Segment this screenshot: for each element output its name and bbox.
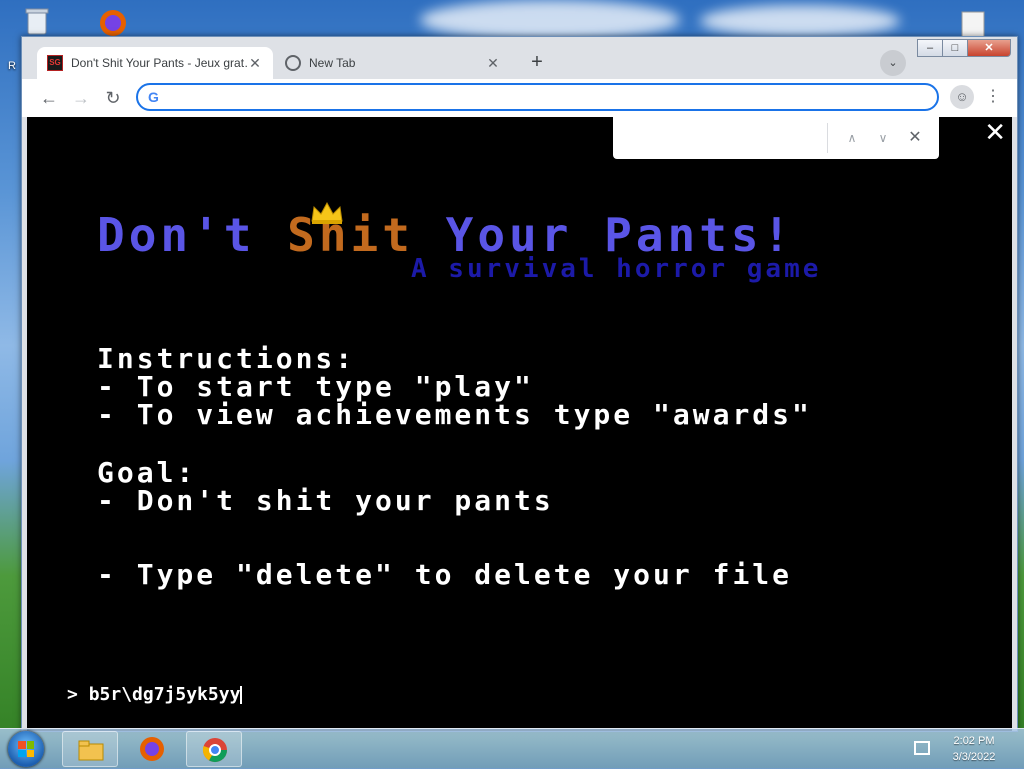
- windows-logo-icon: [18, 741, 34, 757]
- game-subtitle: A survival horror game: [411, 254, 822, 284]
- chrome-icon: [202, 738, 227, 763]
- address-input[interactable]: [168, 87, 912, 109]
- prompt-symbol: >: [67, 684, 78, 705]
- tab-title: New Tab: [309, 56, 356, 70]
- find-prev-button[interactable]: ∧: [841, 127, 863, 149]
- start-button[interactable]: [8, 731, 44, 767]
- google-icon: G: [148, 89, 159, 105]
- taskbar: 2:02 PM 3/3/2022: [0, 728, 1024, 769]
- clock-time: 2:02 PM: [953, 735, 995, 747]
- taskbar-firefox[interactable]: [124, 731, 180, 767]
- instruction-play: - To start type "play": [97, 370, 534, 403]
- address-bar[interactable]: G: [136, 83, 939, 111]
- clock-date: 3/3/2022: [952, 751, 996, 763]
- tab-title: Don't Shit Your Pants - Jeux grat…: [71, 56, 247, 70]
- browser-window: SG Don't Shit Your Pants - Jeux grat… ✕ …: [21, 36, 1018, 732]
- reload-button[interactable]: ↻: [100, 85, 126, 111]
- page-content[interactable]: ✕ ∧ ∨ ✕ Don't Shit Your Pants! A surviva…: [27, 117, 1012, 731]
- find-input[interactable]: [623, 127, 817, 151]
- sg-favicon-icon: SG: [47, 55, 63, 71]
- goal-heading: Goal:: [97, 456, 197, 489]
- delete-hint: - Type "delete" to delete your file: [97, 558, 793, 591]
- instruction-awards: - To view achievements type "awards": [97, 398, 812, 431]
- goal-item: - Don't shit your pants: [97, 484, 554, 517]
- text-caret: [240, 686, 243, 704]
- maximize-button[interactable]: □: [942, 39, 968, 57]
- tab-search-button[interactable]: ⌄: [880, 50, 906, 76]
- recycle-bin-icon[interactable]: [20, 4, 54, 38]
- network-icon[interactable]: [914, 741, 930, 755]
- instructions-heading: Instructions:: [97, 342, 356, 375]
- crown-icon: [311, 201, 343, 224]
- find-divider: [827, 123, 828, 153]
- file-explorer-icon: [78, 740, 104, 761]
- tab-new-tab[interactable]: New Tab ✕: [275, 47, 511, 79]
- firefox-icon: [140, 737, 164, 761]
- new-tab-button[interactable]: +: [524, 50, 550, 76]
- fullscreen-close-icon[interactable]: ✕: [984, 119, 1006, 145]
- find-close-button[interactable]: ✕: [904, 127, 926, 149]
- taskbar-chrome[interactable]: [186, 731, 242, 767]
- browser-toolbar: ← → ↻ G ☺ ⋮: [22, 79, 1017, 117]
- find-bar: ∧ ∨ ✕: [613, 117, 939, 159]
- tab-strip: SG Don't Shit Your Pants - Jeux grat… ✕ …: [22, 37, 1017, 79]
- tab-close-icon[interactable]: ✕: [247, 55, 263, 72]
- taskbar-explorer[interactable]: [62, 731, 118, 767]
- title-part-1: Don't: [97, 208, 288, 262]
- globe-icon: [285, 55, 301, 71]
- recycle-bin-label: R: [8, 60, 16, 72]
- window-controls: – □ ✕: [917, 39, 1011, 57]
- back-button[interactable]: ←: [36, 85, 62, 111]
- minimize-button[interactable]: –: [917, 39, 943, 57]
- tab-game[interactable]: SG Don't Shit Your Pants - Jeux grat… ✕: [37, 47, 273, 79]
- forward-button[interactable]: →: [68, 85, 94, 111]
- menu-icon[interactable]: ⋮: [984, 85, 1002, 111]
- tab-close-icon[interactable]: ✕: [485, 55, 501, 72]
- find-next-button[interactable]: ∨: [872, 127, 894, 149]
- firefox-desktop-icon[interactable]: [96, 4, 130, 38]
- system-clock[interactable]: 2:02 PM 3/3/2022: [938, 733, 1010, 765]
- window-close-button[interactable]: ✕: [967, 39, 1011, 57]
- profile-icon[interactable]: ☺: [950, 85, 974, 109]
- command-prompt[interactable]: > b5r\dg7j5yk5yy: [67, 684, 243, 705]
- title-part-2: Shit: [287, 208, 414, 262]
- prompt-input-text[interactable]: b5r\dg7j5yk5yy: [89, 684, 241, 705]
